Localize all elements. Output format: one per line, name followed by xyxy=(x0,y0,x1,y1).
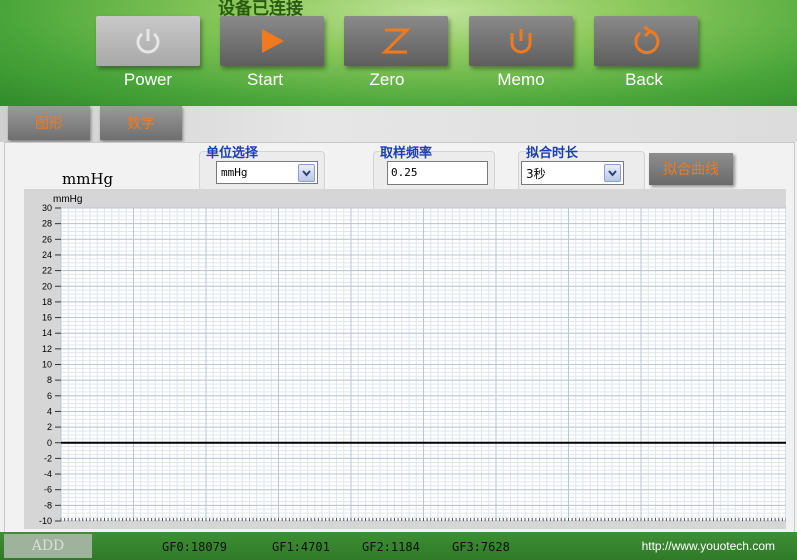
y-tick-label: 18 xyxy=(42,297,52,307)
back-button[interactable] xyxy=(594,16,698,66)
y-tick-label: 30 xyxy=(42,203,52,213)
start-label: Start xyxy=(247,70,283,89)
power-button[interactable] xyxy=(96,16,200,66)
y-tick-label: -2 xyxy=(44,453,52,463)
back-icon xyxy=(634,25,660,55)
back-label: Back xyxy=(625,70,663,89)
sample-rate-label: 取样频率 xyxy=(380,146,433,161)
y-tick-label: 6 xyxy=(47,391,52,401)
unit-select[interactable]: mmHg xyxy=(216,161,318,184)
y-tick-label: 12 xyxy=(42,344,52,354)
gf2-value: GF2:1184 xyxy=(362,540,420,554)
y-tick-label: -6 xyxy=(44,485,52,495)
unit-select-value: mmHg xyxy=(221,166,248,179)
gf3-value: GF3:7628 xyxy=(452,540,510,554)
y-tick-label: 14 xyxy=(42,328,52,338)
y-tick-label: 8 xyxy=(47,375,52,385)
unit-display: mmHg xyxy=(62,170,114,188)
tab-bar: 图形 数字 xyxy=(0,106,797,142)
y-tick-label: -10 xyxy=(39,516,52,526)
pressure-chart: 302826242220181614121086420-2-4-6-8-10mm… xyxy=(24,189,786,529)
memo-button[interactable] xyxy=(469,16,573,66)
zero-label: Zero xyxy=(369,70,405,89)
zero-icon xyxy=(381,28,411,54)
power-label: Power xyxy=(123,70,173,89)
gf0-value: GF0:18079 xyxy=(162,540,228,554)
sample-rate-value: 0.25 xyxy=(391,166,418,179)
add-button[interactable]: ADD xyxy=(4,534,92,558)
y-tick-label: 4 xyxy=(47,406,52,416)
power-icon xyxy=(136,29,160,54)
y-tick-label: -4 xyxy=(44,469,52,479)
fit-duration-select[interactable]: 3秒 xyxy=(521,161,624,185)
start-button[interactable] xyxy=(220,16,324,66)
y-tick-label: 22 xyxy=(42,266,52,276)
fit-duration-label: 拟合时长 xyxy=(526,146,579,161)
tab-numeric[interactable]: 数字 xyxy=(100,106,182,140)
gf1-value: GF1:4701 xyxy=(272,540,330,554)
zero-button[interactable] xyxy=(344,16,448,66)
sample-rate-input[interactable]: 0.25 xyxy=(387,161,488,185)
y-tick-label: 0 xyxy=(47,438,52,448)
play-icon xyxy=(262,29,284,53)
fit-duration-value: 3秒 xyxy=(526,167,546,181)
y-tick-label: 10 xyxy=(42,360,52,370)
y-axis-label: mmHg xyxy=(53,194,82,205)
tab-graph[interactable]: 图形 xyxy=(8,106,90,140)
status-bar: ADD GF0:18079 GF1:4701 GF2:1184 GF3:7628… xyxy=(0,532,797,560)
fit-curve-button[interactable]: 拟合曲线 xyxy=(649,153,733,185)
chevron-down-icon[interactable] xyxy=(604,164,621,182)
y-tick-label: 16 xyxy=(42,313,52,323)
y-tick-label: 24 xyxy=(42,250,52,260)
website-link[interactable]: http://www.youotech.com xyxy=(642,539,775,553)
y-tick-label: 26 xyxy=(42,234,52,244)
y-tick-label: 2 xyxy=(47,422,52,432)
y-tick-label: 28 xyxy=(42,219,52,229)
chevron-down-icon[interactable] xyxy=(298,164,315,182)
unit-select-label: 单位选择 xyxy=(206,146,259,161)
memo-icon xyxy=(510,29,532,54)
y-tick-label: 20 xyxy=(42,281,52,291)
toolbar-header: 设备已连接 Power Start Zero Memo Back xyxy=(0,0,797,108)
y-tick-label: -8 xyxy=(44,500,52,510)
memo-label: Memo xyxy=(497,70,545,89)
